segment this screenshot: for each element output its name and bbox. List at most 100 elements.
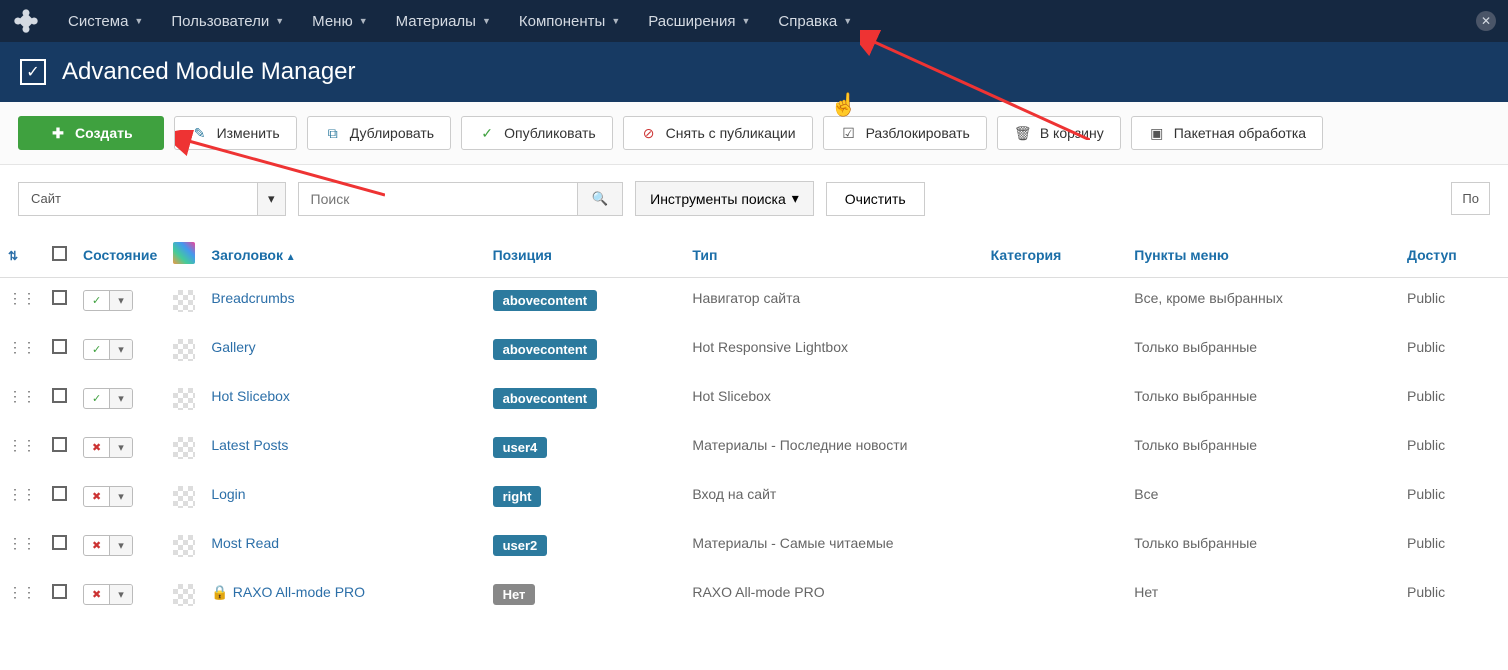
drag-handle[interactable]: ⋮⋮ xyxy=(0,278,44,328)
checkbox-all[interactable] xyxy=(52,246,67,261)
color-swatch[interactable] xyxy=(173,290,195,312)
position-badge[interactable]: abovecontent xyxy=(493,388,598,409)
sort-select-cutoff[interactable]: По xyxy=(1451,182,1490,215)
col-state[interactable]: Состояние xyxy=(75,232,165,278)
nav-content[interactable]: Материалы▼ xyxy=(382,3,505,40)
unpublished-icon: ✖ xyxy=(84,585,110,604)
module-title-link[interactable]: Login xyxy=(211,486,245,502)
drag-handle[interactable]: ⋮⋮ xyxy=(0,474,44,523)
position-badge[interactable]: user4 xyxy=(493,437,548,458)
color-swatch[interactable] xyxy=(173,486,195,508)
nav-menus[interactable]: Меню▼ xyxy=(298,3,381,40)
search-input[interactable] xyxy=(298,182,578,216)
drag-handle[interactable]: ⋮⋮ xyxy=(0,523,44,572)
nav-extensions[interactable]: Расширения▼ xyxy=(634,3,764,40)
module-title-link[interactable]: Hot Slicebox xyxy=(211,388,290,404)
client-select[interactable]: Сайт ▾ xyxy=(18,182,286,216)
module-category xyxy=(983,425,1127,474)
row-checkbox[interactable] xyxy=(52,388,67,403)
module-title-link[interactable]: RAXO All-mode PRO xyxy=(233,584,365,600)
search-tools-button[interactable]: Инструменты поиска▾ xyxy=(635,181,814,216)
position-badge[interactable]: Нет xyxy=(493,584,536,605)
position-badge[interactable]: user2 xyxy=(493,535,548,556)
module-category xyxy=(983,474,1127,523)
drag-handle[interactable]: ⋮⋮ xyxy=(0,376,44,425)
row-checkbox[interactable] xyxy=(52,584,67,599)
sort-icon: ⇅ xyxy=(8,249,18,263)
col-category[interactable]: Категория xyxy=(983,232,1127,278)
table-row: ⋮⋮✓▾GalleryabovecontentHot Responsive Li… xyxy=(0,327,1508,376)
caret-down-icon[interactable]: ▾ xyxy=(258,182,286,216)
color-swatch[interactable] xyxy=(173,388,195,410)
cancel-circle-icon: ⊘ xyxy=(640,124,658,142)
row-checkbox[interactable] xyxy=(52,290,67,305)
nav-system[interactable]: Система▼ xyxy=(54,3,157,40)
col-position[interactable]: Позиция xyxy=(485,232,685,278)
module-title-link[interactable]: Latest Posts xyxy=(211,437,288,453)
checkbox-icon: ☑ xyxy=(840,124,858,142)
state-toggle[interactable]: ✓▾ xyxy=(83,388,133,409)
col-type[interactable]: Тип xyxy=(684,232,982,278)
module-header-icon xyxy=(20,59,46,85)
state-toggle[interactable]: ✖▾ xyxy=(83,584,133,605)
drag-handle[interactable]: ⋮⋮ xyxy=(0,327,44,376)
module-access: Public xyxy=(1399,327,1508,376)
position-badge[interactable]: abovecontent xyxy=(493,339,598,360)
clear-button[interactable]: Очистить xyxy=(826,182,925,216)
search-button[interactable]: 🔍 xyxy=(578,182,624,216)
module-title-link[interactable]: Breadcrumbs xyxy=(211,290,294,306)
col-menuitems[interactable]: Пункты меню xyxy=(1126,232,1399,278)
row-checkbox[interactable] xyxy=(52,535,67,550)
position-badge[interactable]: right xyxy=(493,486,542,507)
batch-button[interactable]: ▣Пакетная обработка xyxy=(1131,116,1323,150)
module-menuitems: Только выбранные xyxy=(1126,523,1399,572)
color-swatch[interactable] xyxy=(173,437,195,459)
caret-down-icon: ▼ xyxy=(843,16,852,26)
col-title[interactable]: Заголовок xyxy=(203,232,484,278)
create-button[interactable]: ✚Создать xyxy=(18,116,164,150)
color-swatch[interactable] xyxy=(173,339,195,361)
published-icon: ✓ xyxy=(84,389,110,408)
color-swatch[interactable] xyxy=(173,584,195,606)
module-access: Public xyxy=(1399,278,1508,328)
color-swatch[interactable] xyxy=(173,535,195,557)
unpublish-button[interactable]: ⊘Снять с публикации xyxy=(623,116,813,150)
client-select-value: Сайт xyxy=(18,182,258,216)
color-grid-icon xyxy=(173,242,195,264)
col-access[interactable]: Доступ xyxy=(1399,232,1508,278)
module-category xyxy=(983,523,1127,572)
duplicate-button[interactable]: ⧉Дублировать xyxy=(307,116,451,150)
state-toggle[interactable]: ✖▾ xyxy=(83,486,133,507)
col-order[interactable]: ⇅ xyxy=(0,232,44,278)
module-title-link[interactable]: Most Read xyxy=(211,535,279,551)
row-checkbox[interactable] xyxy=(52,339,67,354)
close-icon[interactable]: ✕ xyxy=(1476,11,1496,31)
drag-handle[interactable]: ⋮⋮ xyxy=(0,425,44,474)
unpublished-icon: ✖ xyxy=(84,438,110,457)
caret-down-icon: ▾ xyxy=(110,487,132,506)
batch-icon: ▣ xyxy=(1148,124,1166,142)
table-row: ⋮⋮✖▾LoginrightВход на сайтВсеPublic xyxy=(0,474,1508,523)
state-toggle[interactable]: ✓▾ xyxy=(83,290,133,311)
state-toggle[interactable]: ✖▾ xyxy=(83,535,133,556)
unlock-button[interactable]: ☑Разблокировать xyxy=(823,116,987,150)
page-title: Advanced Module Manager xyxy=(62,58,356,86)
caret-down-icon: ▾ xyxy=(110,389,132,408)
published-icon: ✓ xyxy=(84,340,110,359)
module-title-link[interactable]: Gallery xyxy=(211,339,255,355)
row-checkbox[interactable] xyxy=(52,437,67,452)
nav-help[interactable]: Справка▼ xyxy=(764,3,866,40)
col-color[interactable] xyxy=(165,232,203,278)
position-badge[interactable]: abovecontent xyxy=(493,290,598,311)
nav-users[interactable]: Пользователи▼ xyxy=(157,3,298,40)
caret-down-icon: ▾ xyxy=(110,291,132,310)
drag-handle[interactable]: ⋮⋮ xyxy=(0,572,44,621)
trash-button[interactable]: 🗑В корзину xyxy=(997,116,1121,150)
page-header: Advanced Module Manager xyxy=(0,42,1508,102)
publish-button[interactable]: ✓Опубликовать xyxy=(461,116,613,150)
nav-components[interactable]: Компоненты▼ xyxy=(505,3,634,40)
state-toggle[interactable]: ✓▾ xyxy=(83,339,133,360)
state-toggle[interactable]: ✖▾ xyxy=(83,437,133,458)
row-checkbox[interactable] xyxy=(52,486,67,501)
edit-button[interactable]: ✎Изменить xyxy=(174,116,297,150)
